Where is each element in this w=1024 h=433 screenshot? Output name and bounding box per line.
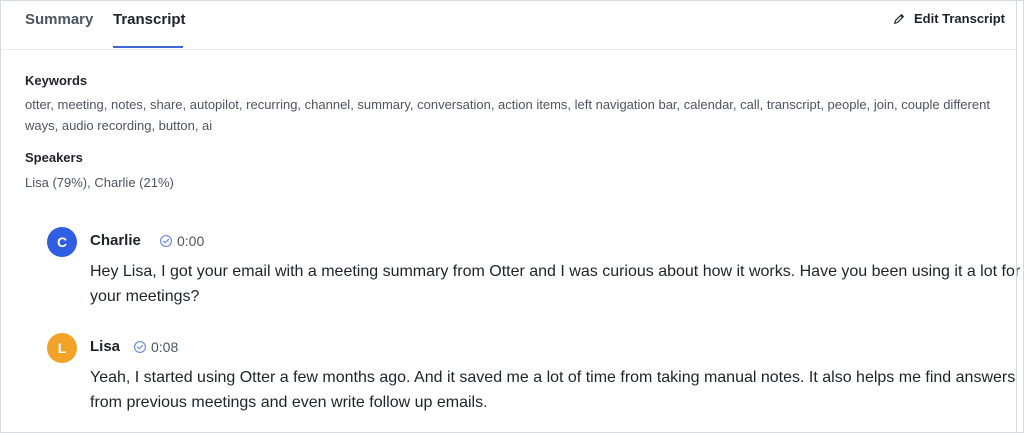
transcript-panel: Summary Transcript Edit Transcript Keywo… [0,0,1024,433]
speaker-name[interactable]: Charlie [90,232,141,249]
check-circle-icon [134,341,146,353]
scrollbar-track[interactable] [1016,1,1017,432]
timestamp-text: 0:08 [151,339,179,355]
timestamp[interactable]: 0:08 [133,339,178,355]
active-tab-indicator [113,46,183,48]
tab-transcript[interactable]: Transcript [113,11,186,28]
edit-transcript-button[interactable]: Edit Transcript [892,11,1005,26]
utterance-text: Yeah, I started using Otter a few months… [90,369,1016,411]
avatar-lisa: L [47,333,77,363]
avatar-charlie: C [47,227,77,257]
keywords-list: otter, meeting, notes, share, autopilot,… [25,97,990,133]
keywords-title: Keywords [25,73,88,88]
tab-summary[interactable]: Summary [25,11,93,28]
tab-bar: Summary Transcript Edit Transcript [1,1,1017,50]
timestamp[interactable]: 0:00 [159,233,204,249]
speakers-title: Speakers [25,150,83,165]
speaker-name[interactable]: Lisa [90,338,120,355]
utterance-text: Hey Lisa, I got your email with a meetin… [90,263,1021,305]
pencil-icon [894,13,904,24]
check-circle-icon [160,235,172,247]
timestamp-text: 0:00 [177,233,205,249]
speakers-list: Lisa (79%), Charlie (21%) [25,175,174,190]
edit-transcript-label: Edit Transcript [913,11,1005,26]
